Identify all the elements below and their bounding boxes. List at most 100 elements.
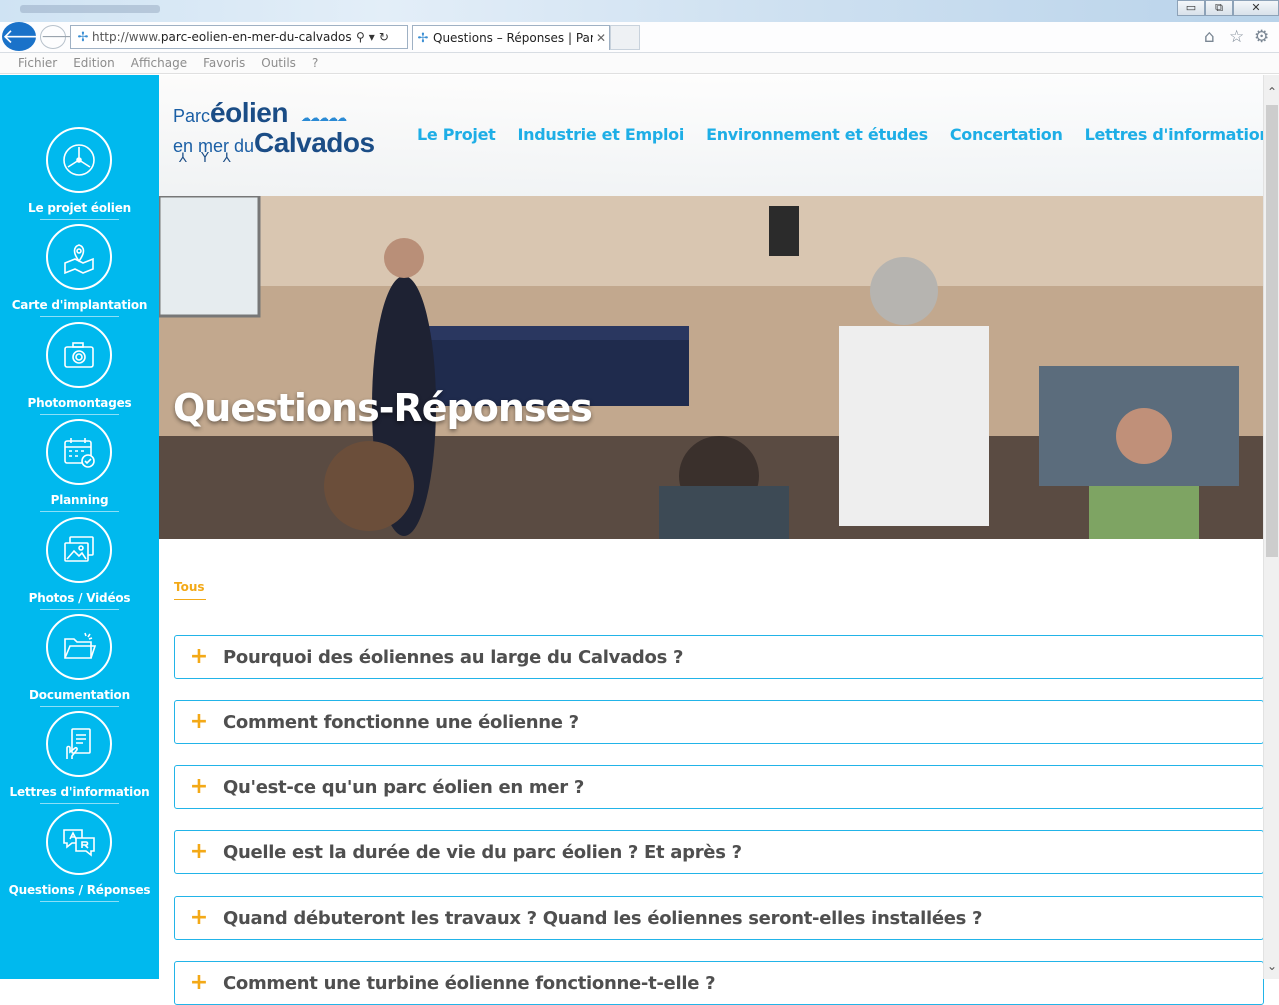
filter-tous[interactable]: Tous [174, 580, 205, 594]
forward-button[interactable]: 🡒 [40, 25, 79, 49]
nav-le-projet[interactable]: Le Projet [417, 125, 496, 144]
faq-question: Comment une turbine éolienne fonctionne-… [223, 972, 716, 994]
sidebar-label: Photomontages [27, 396, 132, 410]
restore-button[interactable]: ⧉ [1205, 0, 1233, 16]
favorites-star-icon[interactable]: ☆ [1229, 27, 1244, 47]
nav-lettres-information[interactable]: Lettres d'information [1085, 125, 1271, 144]
logo-line-1: Parcéolien [173, 97, 288, 128]
site-favicon-icon: ✢ [77, 29, 89, 45]
faq-question: Qu'est-ce qu'un parc éolien en mer ? [223, 776, 584, 798]
faq-item[interactable]: + Qu'est-ce qu'un parc éolien en mer ? [174, 765, 1264, 809]
browser-navbar: 🡐 🡒 ✢ http://www.parc-eolien-en-mer-du-c… [0, 22, 1279, 53]
hero-photo [159, 196, 1263, 539]
new-tab-button[interactable] [610, 25, 640, 50]
address-url[interactable]: http://www.parc-eolien-en-mer-du-calvado… [92, 30, 352, 44]
sidebar-item-carte-implantation[interactable]: Carte d'implantation [0, 224, 159, 322]
sidebar: Le projet éolien Carte d'implantation Ph… [0, 75, 159, 979]
filter-active-underline [174, 599, 206, 600]
tab-close-icon[interactable]: ✕ [593, 31, 609, 45]
camera-icon [46, 322, 112, 388]
sidebar-item-documentation[interactable]: Documentation [0, 614, 159, 712]
back-button[interactable]: 🡐 [2, 22, 56, 51]
expand-plus-icon: + [189, 905, 209, 930]
nav-environnement-etudes[interactable]: Environnement et études [706, 125, 928, 144]
sidebar-underline [40, 803, 119, 804]
window-titlebar: ▭ ⧉ ✕ [0, 0, 1279, 22]
sidebar-underline [40, 511, 119, 512]
faq-question: Comment fonctionne une éolienne ? [223, 711, 579, 733]
scroll-up-icon[interactable]: ⌃ [1264, 85, 1279, 99]
sidebar-underline [40, 219, 119, 220]
map-pin-icon [46, 224, 112, 290]
sidebar-item-le-projet-eolien[interactable]: Le projet éolien [0, 127, 159, 225]
site-header: Parcéolien ☁☁☁☁☁ en mer duCalvados ⅄Y⅄ L… [159, 75, 1271, 196]
sidebar-item-photomontages[interactable]: Photomontages [0, 322, 159, 420]
scroll-down-icon[interactable]: ⌄ [1264, 959, 1279, 973]
logo-turbines-icon: ⅄Y⅄ [179, 151, 245, 166]
qa-icon [46, 809, 112, 875]
sidebar-underline [40, 609, 119, 610]
minimize-button[interactable]: ▭ [1177, 0, 1205, 16]
address-bar[interactable]: ✢ http://www.parc-eolien-en-mer-du-calva… [70, 25, 408, 49]
sidebar-label: Photos / Vidéos [28, 591, 131, 605]
logo-waves-icon: ☁☁☁☁☁ [301, 113, 347, 124]
settings-gear-icon[interactable]: ⚙ [1254, 27, 1269, 47]
menu-favoris[interactable]: Favoris [195, 56, 253, 70]
sidebar-underline [40, 316, 119, 317]
expand-plus-icon: + [189, 644, 209, 669]
home-icon[interactable]: ⌂ [1204, 27, 1215, 47]
nav-industrie-emploi[interactable]: Industrie et Emploi [518, 125, 685, 144]
faq-item[interactable]: + Quand débuteront les travaux ? Quand l… [174, 896, 1264, 940]
sidebar-underline [40, 901, 119, 902]
sidebar-label: Planning [50, 493, 109, 507]
faq-question: Quand débuteront les travaux ? Quand les… [223, 907, 983, 929]
menu-outils[interactable]: Outils [253, 56, 304, 70]
page-scrollbar[interactable]: ⌃ ⌄ [1263, 75, 1279, 979]
sidebar-underline [40, 414, 119, 415]
menu-help[interactable]: ? [304, 56, 326, 70]
window-controls: ▭ ⧉ ✕ [1177, 0, 1279, 16]
expand-plus-icon: + [189, 774, 209, 799]
faq-item[interactable]: + Pourquoi des éoliennes au large du Cal… [174, 635, 1264, 679]
calendar-icon [46, 419, 112, 485]
sidebar-label: Carte d'implantation [11, 298, 148, 312]
browser-menubar: Fichier Edition Affichage Favoris Outils… [0, 53, 1279, 74]
menu-fichier[interactable]: Fichier [10, 56, 65, 70]
tab-title: Questions – Réponses | Par... [433, 31, 593, 45]
main-navigation: Le Projet Industrie et Emploi Environnem… [417, 125, 1279, 144]
refresh-icon[interactable]: ↻ [379, 30, 389, 44]
turbine-icon [46, 127, 112, 193]
search-icon[interactable]: ⚲ [356, 30, 365, 44]
faq-item[interactable]: + Quelle est la durée de vie du parc éol… [174, 830, 1264, 874]
page-title: Questions-Réponses [173, 386, 593, 430]
expand-plus-icon: + [189, 839, 209, 864]
faq-question: Quelle est la durée de vie du parc éolie… [223, 841, 742, 863]
dropdown-arrow-icon[interactable]: ▾ [369, 30, 375, 44]
expand-plus-icon: + [189, 970, 209, 995]
sidebar-label: Questions / Réponses [8, 883, 151, 897]
sidebar-label: Documentation [29, 688, 130, 702]
faq-item[interactable]: + Comment une turbine éolienne fonctionn… [174, 961, 1264, 1005]
site-logo[interactable]: Parcéolien ☁☁☁☁☁ en mer duCalvados ⅄Y⅄ [173, 97, 383, 167]
faq-item[interactable]: + Comment fonctionne une éolienne ? [174, 700, 1264, 744]
sidebar-item-questions-reponses[interactable]: Questions / Réponses [0, 809, 159, 907]
sidebar-item-lettres-information[interactable]: Lettres d'information [0, 711, 159, 809]
sidebar-label: Lettres d'information [9, 785, 150, 799]
scroll-thumb[interactable] [1266, 105, 1278, 557]
menu-affichage[interactable]: Affichage [123, 56, 195, 70]
hero-banner: Questions-Réponses [159, 196, 1263, 539]
tab-questions-reponses[interactable]: ✢ Questions – Réponses | Par... ✕ [412, 25, 610, 50]
newsletter-icon [46, 711, 112, 777]
faq-question: Pourquoi des éoliennes au large du Calva… [223, 646, 684, 668]
sidebar-label: Le projet éolien [28, 201, 131, 215]
close-window-button[interactable]: ✕ [1233, 0, 1279, 16]
expand-plus-icon: + [189, 709, 209, 734]
nav-concertation[interactable]: Concertation [950, 125, 1063, 144]
titlebar-blur [20, 5, 160, 13]
sidebar-item-planning[interactable]: Planning [0, 419, 159, 517]
tab-favicon-icon: ✢ [417, 30, 429, 46]
sidebar-underline [40, 706, 119, 707]
sidebar-item-photos-videos[interactable]: Photos / Vidéos [0, 517, 159, 615]
photos-icon [46, 517, 112, 583]
menu-edition[interactable]: Edition [65, 56, 123, 70]
